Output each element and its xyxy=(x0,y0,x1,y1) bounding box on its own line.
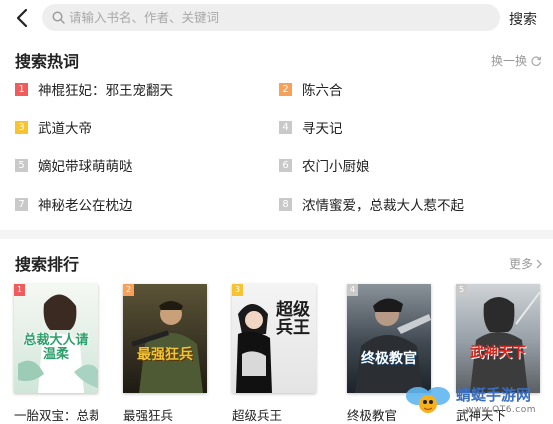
cover-title: 总裁大人请温柔 xyxy=(23,333,89,362)
rank-badge: 4 xyxy=(279,120,292,134)
watermark-name: 蜻蜓手游网 xyxy=(456,386,532,404)
cover-art xyxy=(131,301,203,393)
cover-art xyxy=(470,291,540,393)
dragonfly-logo-icon xyxy=(406,387,450,413)
cover-title: 终极教官 xyxy=(361,351,417,367)
hot-item-label: 神棍狂妃：邪王宠翻天 xyxy=(38,83,173,99)
book-title: 超级兵王 xyxy=(232,408,283,423)
hot-item-6[interactable]: 6 农门小厨娘 xyxy=(279,155,370,175)
hot-item-2[interactable]: 2 陈六合 xyxy=(279,79,343,99)
hot-item-8[interactable]: 8 浓情蜜爱，总裁大人惹不起 xyxy=(279,194,464,214)
hot-item-1[interactable]: 1 神棍狂妃：邪王宠翻天 xyxy=(15,79,173,99)
more-button[interactable]: 更多 xyxy=(509,255,543,272)
rank-badge: 6 xyxy=(279,158,292,172)
hot-item-3[interactable]: 3 武道大帝 xyxy=(15,117,92,137)
ranking-book-2[interactable]: 2 最强狂兵 最强狂兵 xyxy=(123,284,207,424)
hot-item-4[interactable]: 4 寻天记 xyxy=(279,117,343,137)
hot-item-label: 陈六合 xyxy=(302,83,343,99)
cover-rank-badge: 3 xyxy=(232,284,243,296)
cover-title: 最强狂兵 xyxy=(137,347,193,363)
book-title: 一胎双宝：总裁 xyxy=(14,408,98,423)
watermark-url: www.QT6.com xyxy=(466,405,537,415)
rank-badge: 2 xyxy=(279,82,292,96)
cover-title: 武神天下 xyxy=(470,345,526,361)
refresh-label: 换一换 xyxy=(491,54,528,68)
hot-item-7[interactable]: 7 神秘老公在枕边 xyxy=(15,194,133,214)
hot-item-5[interactable]: 5 嫡妃带球萌萌哒 xyxy=(15,155,133,175)
refresh-icon xyxy=(531,55,542,66)
more-label: 更多 xyxy=(509,257,534,271)
hot-item-label: 寻天记 xyxy=(302,121,343,137)
chevron-right-icon xyxy=(536,259,542,268)
ranking-book-1[interactable]: 1 总裁大人请温柔 一胎双宝：总裁 xyxy=(14,284,98,424)
book-cover: 4 终极教官 xyxy=(347,284,431,393)
refresh-button[interactable]: 换一换 xyxy=(491,52,542,69)
book-cover: 3 超级兵王 xyxy=(232,284,316,393)
hot-item-label: 武道大帝 xyxy=(38,121,92,137)
hot-item-label: 浓情蜜爱，总裁大人惹不起 xyxy=(302,198,464,214)
ranking-book-3[interactable]: 3 超级兵王 超级兵王 xyxy=(232,284,316,424)
ranking-title: 搜索排行 xyxy=(15,255,80,274)
cover-rank-badge: 2 xyxy=(123,284,134,296)
book-cover: 2 最强狂兵 xyxy=(123,284,207,393)
book-title: 最强狂兵 xyxy=(123,408,174,423)
cover-rank-badge: 4 xyxy=(347,284,358,296)
book-cover: 1 总裁大人请温柔 xyxy=(14,284,98,393)
book-cover: 5 武神天下 xyxy=(456,284,540,393)
hot-item-label: 神秘老公在枕边 xyxy=(38,198,133,214)
search-input[interactable] xyxy=(69,8,489,27)
hot-item-label: 嫡妃带球萌萌哒 xyxy=(38,159,133,175)
rank-badge: 1 xyxy=(15,82,28,96)
cover-rank-badge: 1 xyxy=(14,284,25,296)
rank-badge: 3 xyxy=(15,120,28,134)
cover-art xyxy=(355,298,431,393)
search-icon xyxy=(52,11,65,24)
hot-item-label: 农门小厨娘 xyxy=(302,159,370,175)
search-button[interactable]: 搜索 xyxy=(509,9,537,29)
hot-search-title: 搜索热词 xyxy=(15,52,80,71)
rank-badge: 8 xyxy=(279,197,292,211)
rank-badge: 5 xyxy=(15,158,28,172)
top-bar: 搜索 xyxy=(0,0,553,36)
watermark: 蜻蜓手游网 www.QT6.com xyxy=(404,382,552,420)
search-box[interactable] xyxy=(42,4,500,31)
section-divider xyxy=(0,230,553,239)
back-arrow-icon[interactable] xyxy=(12,7,34,29)
rank-badge: 7 xyxy=(15,197,28,211)
cover-rank-badge: 5 xyxy=(456,284,467,296)
cover-title: 超级兵王 xyxy=(276,300,310,338)
